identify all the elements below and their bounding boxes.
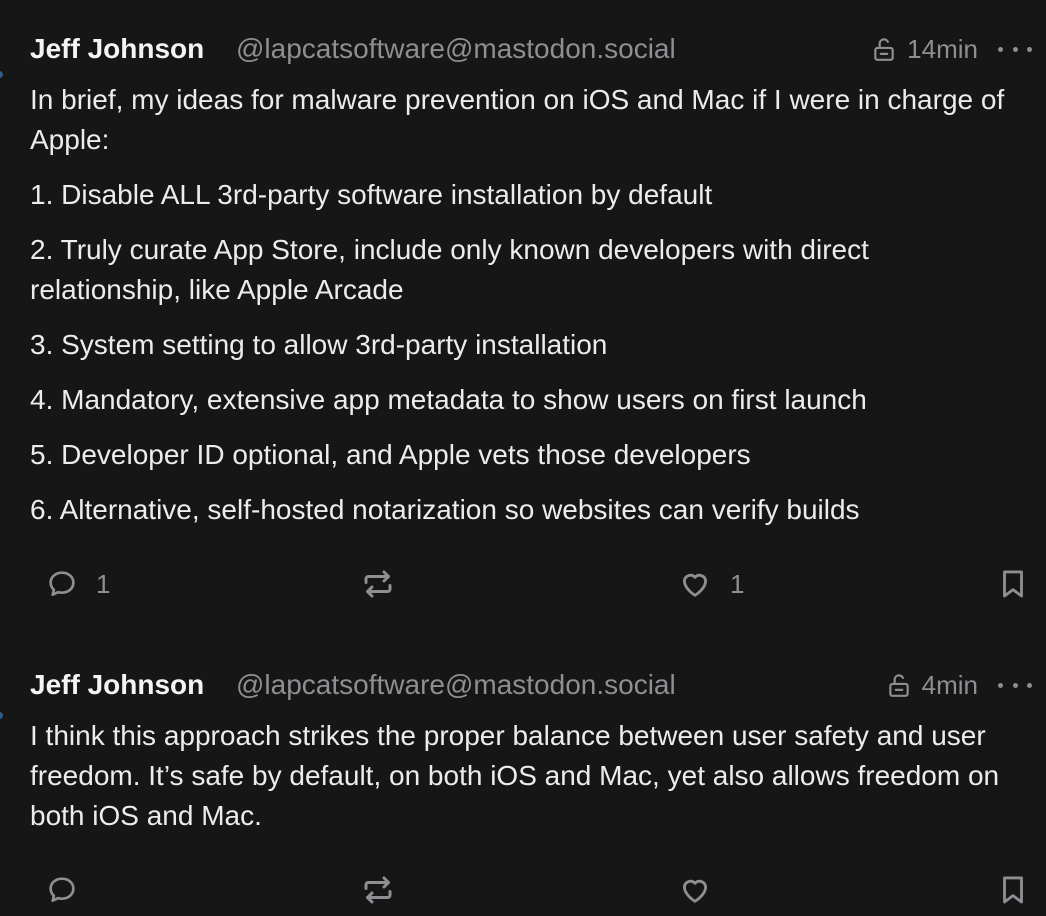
post-paragraph: 4. Mandatory, extensive app metadata to …: [30, 384, 867, 415]
thread-indicator: [0, 712, 3, 719]
bookmark-icon: [996, 567, 1030, 601]
post-meta: 4min: [886, 665, 978, 705]
favourite-button[interactable]: 1: [678, 564, 744, 604]
favourite-count: 1: [730, 568, 745, 599]
unlocked-icon: [871, 36, 897, 62]
reply-count: 1: [96, 568, 111, 599]
reply-button[interactable]: 1: [46, 564, 110, 604]
post-meta: 14min: [871, 29, 978, 69]
favourite-button[interactable]: [678, 870, 730, 910]
post-content: I think this approach strikes the proper…: [30, 716, 1026, 851]
post-paragraph: 2. Truly curate App Store, include only …: [30, 234, 869, 305]
reply-icon: [46, 568, 78, 600]
bookmark-button[interactable]: [996, 870, 1030, 910]
post-timestamp[interactable]: 14min: [907, 34, 978, 65]
post-paragraph: In brief, my ideas for malware preventio…: [30, 84, 1005, 155]
post-paragraph: 6. Alternative, self-hosted notarization…: [30, 494, 860, 525]
post-paragraph: I think this approach strikes the proper…: [30, 720, 1000, 831]
more-options-icon[interactable]: [998, 29, 1032, 69]
unlocked-icon: [886, 672, 912, 698]
author-name[interactable]: Jeff Johnson: [30, 29, 204, 69]
post-timestamp[interactable]: 4min: [922, 670, 978, 701]
post-paragraph: 1. Disable ALL 3rd-party software instal…: [30, 179, 713, 210]
boost-button[interactable]: [360, 870, 396, 910]
heart-icon: [678, 567, 712, 601]
author-handle[interactable]: @lapcatsoftware@mastodon.social: [236, 29, 676, 69]
heart-icon: [678, 873, 712, 907]
thread-indicator: [0, 71, 3, 78]
more-options-icon[interactable]: [998, 665, 1032, 705]
post-content: In brief, my ideas for malware preventio…: [30, 80, 1026, 545]
reply-icon: [46, 874, 78, 906]
post-actions: [0, 870, 1046, 910]
author-handle[interactable]: @lapcatsoftware@mastodon.social: [236, 665, 676, 705]
post-header: Jeff Johnson @lapcatsoftware@mastodon.so…: [30, 29, 1032, 69]
author-name[interactable]: Jeff Johnson: [30, 665, 204, 705]
boost-icon: [360, 872, 396, 908]
bookmark-icon: [996, 873, 1030, 907]
boost-icon: [360, 566, 396, 602]
bookmark-button[interactable]: [996, 564, 1030, 604]
post-actions: 1 1: [0, 564, 1046, 604]
boost-button[interactable]: [360, 564, 396, 604]
post-paragraph: 3. System setting to allow 3rd-party ins…: [30, 329, 608, 360]
post-paragraph: 5. Developer ID optional, and Apple vets…: [30, 439, 751, 470]
reply-button[interactable]: [46, 870, 96, 910]
post-header: Jeff Johnson @lapcatsoftware@mastodon.so…: [30, 665, 1032, 705]
